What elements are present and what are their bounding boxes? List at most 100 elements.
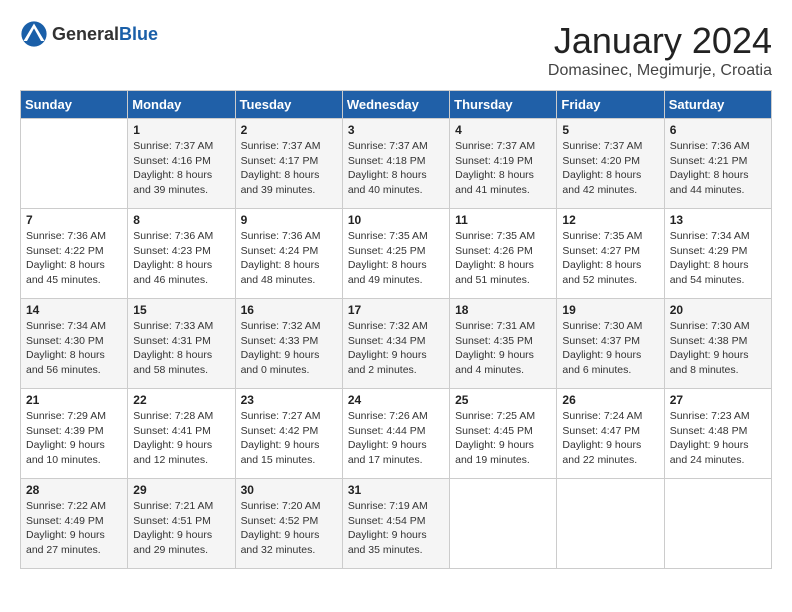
calendar-cell: 17 Sunrise: 7:32 AM Sunset: 4:34 PM Dayli… [342,299,449,389]
day-number: 4 [455,123,551,137]
month-title: January 2024 [548,20,772,62]
weekday-header-sunday: Sunday [21,91,128,119]
day-info: Sunrise: 7:19 AM Sunset: 4:54 PM Dayligh… [348,499,444,558]
day-info: Sunrise: 7:37 AM Sunset: 4:20 PM Dayligh… [562,139,658,198]
weekday-header-friday: Friday [557,91,664,119]
day-info: Sunrise: 7:35 AM Sunset: 4:26 PM Dayligh… [455,229,551,288]
calendar-cell: 23Sunrise: 7:27 AM Sunset: 4:42 PM Dayli… [235,389,342,479]
calendar-cell: 21Sunrise: 7:29 AM Sunset: 4:39 PM Dayli… [21,389,128,479]
calendar-cell [450,479,557,569]
day-info: Sunrise: 7:36 AM Sunset: 4:23 PM Dayligh… [133,229,229,288]
day-number: 7 [26,213,122,227]
calendar-cell: 25Sunrise: 7:25 AM Sunset: 4:45 PM Dayli… [450,389,557,479]
calendar-table: SundayMondayTuesdayWednesdayThursdayFrid… [20,90,772,569]
calendar-cell: 16 Sunrise: 7:32 AM Sunset: 4:33 PM Dayli… [235,299,342,389]
day-number: 30 [241,483,337,497]
calendar-week-row: 1 Sunrise: 7:37 AM Sunset: 4:16 PM Daylig… [21,119,772,209]
day-info: Sunrise: 7:30 AM Sunset: 4:38 PM Dayligh… [670,319,766,378]
calendar-cell: 22Sunrise: 7:28 AM Sunset: 4:41 PM Dayli… [128,389,235,479]
day-number: 13 [670,213,766,227]
calendar-cell: 26 Sunrise: 7:24 AM Sunset: 4:47 PM Dayli… [557,389,664,479]
day-info: Sunrise: 7:33 AM Sunset: 4:31 PM Dayligh… [133,319,229,378]
calendar-cell: 29Sunrise: 7:21 AM Sunset: 4:51 PM Dayli… [128,479,235,569]
calendar-week-row: 21Sunrise: 7:29 AM Sunset: 4:39 PM Dayli… [21,389,772,479]
day-number: 15 [133,303,229,317]
day-info: Sunrise: 7:28 AM Sunset: 4:41 PM Dayligh… [133,409,229,468]
day-info: Sunrise: 7:21 AM Sunset: 4:51 PM Dayligh… [133,499,229,558]
calendar-cell [21,119,128,209]
day-number: 17 [348,303,444,317]
calendar-cell: 2 Sunrise: 7:37 AM Sunset: 4:17 PM Daylig… [235,119,342,209]
calendar-cell: 6 Sunrise: 7:36 AM Sunset: 4:21 PM Daylig… [664,119,771,209]
day-number: 1 [133,123,229,137]
calendar-cell: 4 Sunrise: 7:37 AM Sunset: 4:19 PM Daylig… [450,119,557,209]
day-info: Sunrise: 7:37 AM Sunset: 4:18 PM Dayligh… [348,139,444,198]
calendar-cell: 13 Sunrise: 7:34 AM Sunset: 4:29 PM Dayli… [664,209,771,299]
day-number: 11 [455,213,551,227]
day-number: 10 [348,213,444,227]
day-info: Sunrise: 7:35 AM Sunset: 4:27 PM Dayligh… [562,229,658,288]
day-info: Sunrise: 7:22 AM Sunset: 4:49 PM Dayligh… [26,499,122,558]
calendar-cell: 30 Sunrise: 7:20 AM Sunset: 4:52 PM Dayli… [235,479,342,569]
day-info: Sunrise: 7:37 AM Sunset: 4:17 PM Dayligh… [241,139,337,198]
day-number: 20 [670,303,766,317]
calendar-cell: 28 Sunrise: 7:22 AM Sunset: 4:49 PM Dayli… [21,479,128,569]
day-info: Sunrise: 7:24 AM Sunset: 4:47 PM Dayligh… [562,409,658,468]
calendar-cell: 1 Sunrise: 7:37 AM Sunset: 4:16 PM Daylig… [128,119,235,209]
calendar-cell: 10 Sunrise: 7:35 AM Sunset: 4:25 PM Dayli… [342,209,449,299]
logo-icon [20,20,48,48]
weekday-header-thursday: Thursday [450,91,557,119]
calendar-cell: 11 Sunrise: 7:35 AM Sunset: 4:26 PM Dayli… [450,209,557,299]
weekday-header-monday: Monday [128,91,235,119]
calendar-cell [664,479,771,569]
day-info: Sunrise: 7:26 AM Sunset: 4:44 PM Dayligh… [348,409,444,468]
calendar-week-row: 28 Sunrise: 7:22 AM Sunset: 4:49 PM Dayli… [21,479,772,569]
calendar-week-row: 7 Sunrise: 7:36 AM Sunset: 4:22 PM Daylig… [21,209,772,299]
day-number: 8 [133,213,229,227]
calendar-cell [557,479,664,569]
day-number: 12 [562,213,658,227]
day-info: Sunrise: 7:36 AM Sunset: 4:22 PM Dayligh… [26,229,122,288]
day-number: 2 [241,123,337,137]
day-info: Sunrise: 7:32 AM Sunset: 4:33 PM Dayligh… [241,319,337,378]
day-number: 14 [26,303,122,317]
calendar-cell: 15 Sunrise: 7:33 AM Sunset: 4:31 PM Dayli… [128,299,235,389]
day-number: 6 [670,123,766,137]
calendar-cell: 12 Sunrise: 7:35 AM Sunset: 4:27 PM Dayli… [557,209,664,299]
calendar-cell: 31Sunrise: 7:19 AM Sunset: 4:54 PM Dayli… [342,479,449,569]
logo: GeneralBlue [20,20,158,48]
weekday-header-wednesday: Wednesday [342,91,449,119]
day-info: Sunrise: 7:34 AM Sunset: 4:30 PM Dayligh… [26,319,122,378]
calendar-cell: 18 Sunrise: 7:31 AM Sunset: 4:35 PM Dayli… [450,299,557,389]
day-number: 16 [241,303,337,317]
title-area: January 2024 Domasinec, Megimurje, Croat… [548,20,772,80]
calendar-cell: 8 Sunrise: 7:36 AM Sunset: 4:23 PM Daylig… [128,209,235,299]
day-number: 25 [455,393,551,407]
day-info: Sunrise: 7:35 AM Sunset: 4:25 PM Dayligh… [348,229,444,288]
weekday-header-tuesday: Tuesday [235,91,342,119]
day-info: Sunrise: 7:37 AM Sunset: 4:16 PM Dayligh… [133,139,229,198]
day-number: 26 [562,393,658,407]
weekday-header-row: SundayMondayTuesdayWednesdayThursdayFrid… [21,91,772,119]
day-number: 24 [348,393,444,407]
calendar-cell: 9 Sunrise: 7:36 AM Sunset: 4:24 PM Daylig… [235,209,342,299]
calendar-cell: 3Sunrise: 7:37 AM Sunset: 4:18 PM Daylig… [342,119,449,209]
day-info: Sunrise: 7:29 AM Sunset: 4:39 PM Dayligh… [26,409,122,468]
day-info: Sunrise: 7:23 AM Sunset: 4:48 PM Dayligh… [670,409,766,468]
day-info: Sunrise: 7:34 AM Sunset: 4:29 PM Dayligh… [670,229,766,288]
day-info: Sunrise: 7:36 AM Sunset: 4:24 PM Dayligh… [241,229,337,288]
day-number: 28 [26,483,122,497]
calendar-cell: 27 Sunrise: 7:23 AM Sunset: 4:48 PM Dayli… [664,389,771,479]
day-info: Sunrise: 7:32 AM Sunset: 4:34 PM Dayligh… [348,319,444,378]
day-info: Sunrise: 7:20 AM Sunset: 4:52 PM Dayligh… [241,499,337,558]
day-number: 27 [670,393,766,407]
calendar-cell: 5 Sunrise: 7:37 AM Sunset: 4:20 PM Daylig… [557,119,664,209]
day-number: 18 [455,303,551,317]
day-info: Sunrise: 7:37 AM Sunset: 4:19 PM Dayligh… [455,139,551,198]
day-info: Sunrise: 7:31 AM Sunset: 4:35 PM Dayligh… [455,319,551,378]
day-number: 9 [241,213,337,227]
calendar-week-row: 14 Sunrise: 7:34 AM Sunset: 4:30 PM Dayli… [21,299,772,389]
location-title: Domasinec, Megimurje, Croatia [548,62,772,80]
day-number: 5 [562,123,658,137]
day-info: Sunrise: 7:36 AM Sunset: 4:21 PM Dayligh… [670,139,766,198]
